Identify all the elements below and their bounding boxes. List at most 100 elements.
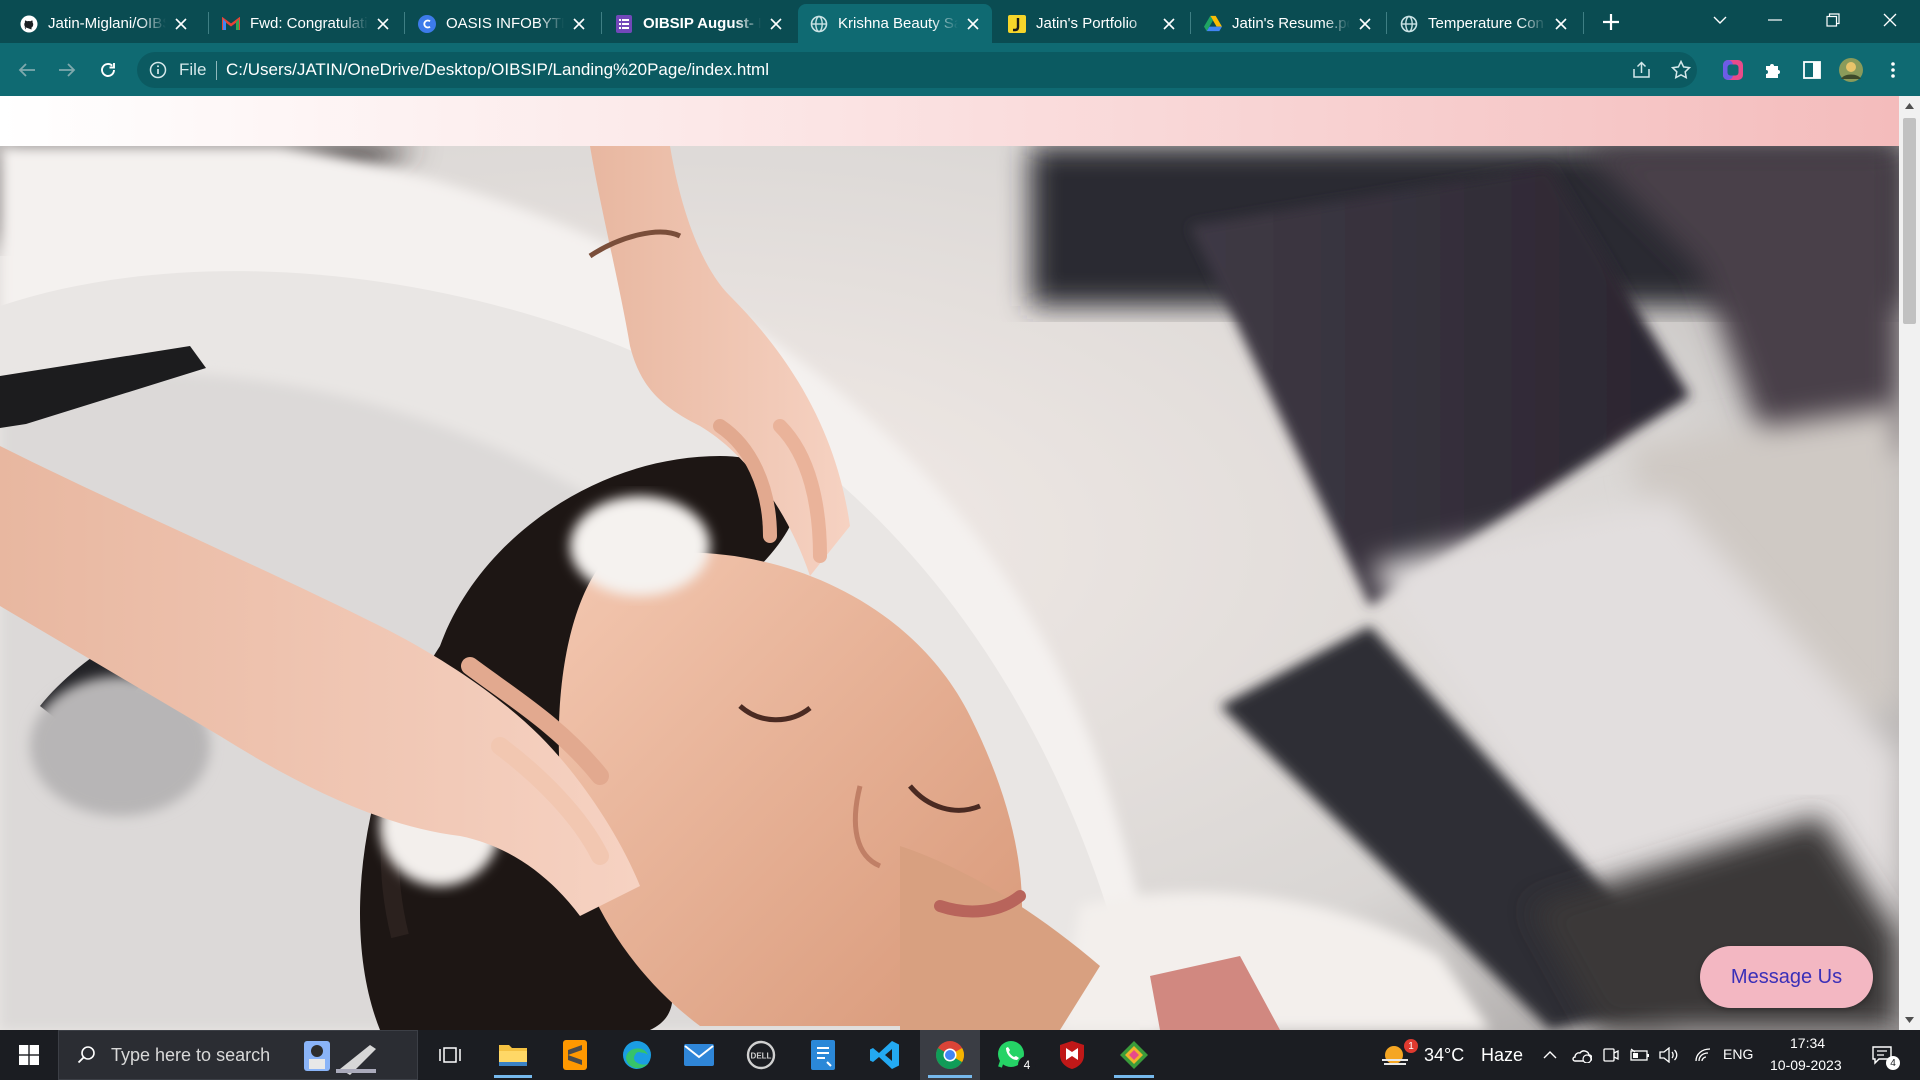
svg-text:DELL: DELL — [751, 1052, 772, 1061]
side-panel-icon[interactable] — [1799, 57, 1825, 83]
scheme-divider — [216, 61, 217, 80]
wifi-tray-icon[interactable] — [1691, 1030, 1715, 1080]
forward-button[interactable] — [51, 54, 83, 86]
tab-resume[interactable]: Jatin's Resume.pdf — [1192, 4, 1384, 43]
scheme-label: File — [179, 60, 207, 79]
close-tab-icon[interactable] — [1160, 15, 1178, 33]
globe-icon — [810, 15, 828, 33]
share-icon[interactable] — [1630, 58, 1654, 82]
weather-alert-badge: 1 — [1404, 1039, 1418, 1053]
restore-icon — [1826, 13, 1840, 27]
scroll-down-arrow-icon[interactable] — [1904, 1014, 1915, 1025]
clock-time[interactable]: 17:34 — [1790, 1035, 1825, 1051]
tab-krishna-beauty-active[interactable]: Krishna Beauty Salon — [798, 4, 992, 43]
clock-date[interactable]: 10-09-2023 — [1770, 1057, 1842, 1073]
whatsapp-app[interactable]: 4 — [982, 1030, 1042, 1080]
whatsapp-badge: 4 — [1018, 1056, 1036, 1074]
canva-icon — [418, 14, 436, 33]
mail-icon — [684, 1044, 714, 1066]
url-text[interactable]: C:/Users/JATIN/OneDrive/Desktop/OIBSIP/L… — [226, 60, 769, 80]
tab-title: Fwd: Congratulations — [250, 15, 368, 32]
sublime-icon — [563, 1040, 587, 1070]
restore-button[interactable] — [1803, 0, 1863, 40]
hero-image — [0, 146, 1899, 1030]
new-tab-button[interactable] — [1597, 8, 1625, 36]
search-placeholder: Type here to search — [111, 1044, 271, 1065]
folder-icon — [499, 1045, 527, 1066]
tab-gmail[interactable]: Fwd: Congratulations — [210, 4, 402, 43]
onedrive-tray-icon[interactable] — [1568, 1030, 1594, 1080]
tab-portfolio[interactable]: Jatin's Portfolio — [996, 4, 1188, 43]
close-tab-icon[interactable] — [1356, 15, 1374, 33]
windows-logo-icon — [19, 1045, 39, 1065]
mcafee-shield-icon — [1060, 1041, 1084, 1069]
extensions-puzzle-icon[interactable] — [1760, 57, 1786, 83]
tab-separator — [208, 12, 209, 34]
message-us-button[interactable]: Message Us — [1700, 946, 1873, 1008]
reload-button[interactable] — [92, 54, 124, 86]
windows-taskbar: Type here to search DELL 4 1 34°C Haze E… — [0, 1030, 1920, 1080]
plus-icon — [1603, 14, 1619, 30]
notification-count-badge: 4 — [1886, 1056, 1900, 1070]
chrome-app[interactable] — [920, 1030, 980, 1080]
browser-toolbar: File C:/Users/JATIN/OneDrive/Desktop/OIB… — [0, 43, 1920, 96]
tab-forms[interactable]: OIBSIP August- P — [603, 4, 795, 43]
start-button[interactable] — [0, 1030, 58, 1080]
volume-tray-icon[interactable] — [1657, 1030, 1681, 1080]
taskbar-search-box[interactable]: Type here to search — [58, 1030, 418, 1080]
vscode-icon — [870, 1041, 899, 1069]
tab-title: Krishna Beauty Salon — [838, 15, 958, 32]
close-tab-icon[interactable] — [374, 15, 392, 33]
snip-tool-app[interactable] — [1106, 1030, 1162, 1080]
weather-widget[interactable]: 1 34°C Haze — [1380, 1030, 1524, 1080]
profile-avatar[interactable] — [1838, 57, 1864, 83]
tab-search-button[interactable] — [1690, 0, 1750, 40]
page-scrollbar[interactable] — [1899, 96, 1920, 1030]
show-hidden-icons-button[interactable] — [1538, 1030, 1562, 1080]
back-button[interactable] — [11, 54, 43, 86]
close-tab-icon[interactable] — [570, 15, 588, 33]
gmail-icon — [222, 15, 240, 33]
meet-now-tray-icon[interactable] — [1599, 1030, 1623, 1080]
sublime-text-app[interactable] — [548, 1030, 602, 1080]
close-tab-icon[interactable] — [767, 15, 785, 33]
globe-icon — [1400, 15, 1418, 33]
close-tab-icon[interactable] — [172, 15, 190, 33]
tab-oasis[interactable]: OASIS INFOBYTE — [406, 4, 598, 43]
minimize-button[interactable] — [1745, 0, 1805, 40]
minimize-icon — [1768, 19, 1782, 21]
file-explorer-app[interactable] — [486, 1030, 540, 1080]
info-icon — [149, 61, 167, 79]
portfolio-icon — [1008, 14, 1026, 33]
language-indicator[interactable]: ENG — [1723, 1046, 1753, 1062]
bookmark-star-icon[interactable] — [1669, 58, 1693, 82]
weather-condition: Haze — [1481, 1045, 1524, 1065]
tab-temperature[interactable]: Temperature Con — [1388, 4, 1580, 43]
extension-color-icon[interactable] — [1720, 57, 1746, 83]
dell-icon: DELL — [746, 1040, 776, 1070]
tab-title: OASIS INFOBYTE — [446, 15, 564, 32]
battery-tray-icon[interactable] — [1628, 1030, 1652, 1080]
close-tab-icon[interactable] — [964, 15, 982, 33]
notification-center-button[interactable]: 4 — [1862, 1030, 1902, 1080]
vscode-app[interactable] — [858, 1030, 912, 1080]
chevron-up-icon — [1543, 1051, 1557, 1059]
edge-icon — [623, 1041, 651, 1069]
tab-github[interactable]: Jatin-Miglani/OIBSIP — [8, 4, 200, 43]
close-icon — [1883, 13, 1897, 27]
chevron-down-icon — [1713, 16, 1727, 24]
scrollbar-thumb[interactable] — [1903, 118, 1916, 324]
chrome-icon — [936, 1041, 964, 1069]
mail-app[interactable] — [672, 1030, 726, 1080]
more-menu-icon[interactable] — [1880, 57, 1906, 83]
close-window-button[interactable] — [1860, 0, 1920, 40]
mcafee-app[interactable] — [1044, 1030, 1100, 1080]
scroll-up-arrow-icon[interactable] — [1904, 100, 1915, 111]
forms-icon — [615, 14, 633, 33]
edge-app[interactable] — [610, 1030, 664, 1080]
address-bar[interactable]: File C:/Users/JATIN/OneDrive/Desktop/OIB… — [137, 52, 1697, 88]
close-tab-icon[interactable] — [1552, 15, 1570, 33]
calculator-app[interactable] — [796, 1030, 850, 1080]
task-view-button[interactable] — [428, 1030, 472, 1080]
dell-app[interactable]: DELL — [734, 1030, 788, 1080]
